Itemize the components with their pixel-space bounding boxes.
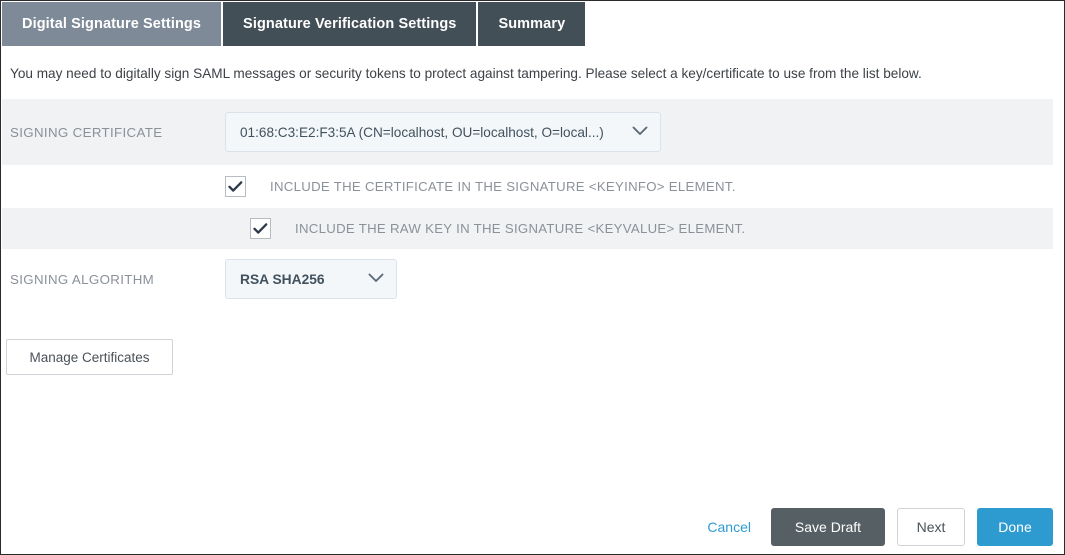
tab-label: Digital Signature Settings xyxy=(22,16,201,32)
tab-summary[interactable]: Summary xyxy=(478,2,585,46)
include-raw-key-checkbox[interactable] xyxy=(250,218,271,239)
include-certificate-group: INCLUDE THE CERTIFICATE IN THE SIGNATURE… xyxy=(225,176,736,197)
check-icon xyxy=(228,181,243,193)
cancel-button[interactable]: Cancel xyxy=(699,508,759,546)
tab-strip: Digital Signature Settings Signature Ver… xyxy=(2,2,585,46)
tab-label: Signature Verification Settings xyxy=(243,16,456,32)
tab-label: Summary xyxy=(498,16,565,32)
signing-algorithm-select[interactable]: RSA SHA256 xyxy=(225,259,397,299)
signing-certificate-value: 01:68:C3:E2:F3:5A (CN=localhost, OU=loca… xyxy=(240,125,604,140)
include-raw-key-group: INCLUDE THE RAW KEY IN THE SIGNATURE <KE… xyxy=(250,218,745,239)
next-button[interactable]: Next xyxy=(897,508,965,546)
intro-description: You may need to digitally sign SAML mess… xyxy=(10,66,922,81)
include-certificate-label: INCLUDE THE CERTIFICATE IN THE SIGNATURE… xyxy=(270,179,736,194)
tab-digital-signature-settings[interactable]: Digital Signature Settings xyxy=(2,2,223,46)
save-draft-button[interactable]: Save Draft xyxy=(771,508,885,546)
signing-algorithm-value: RSA SHA256 xyxy=(240,272,325,287)
tab-signature-verification-settings[interactable]: Signature Verification Settings xyxy=(223,2,478,46)
signing-algorithm-label: SIGNING ALGORITHM xyxy=(2,272,225,287)
check-icon xyxy=(253,223,268,235)
row-signing-algorithm: SIGNING ALGORITHM RSA SHA256 xyxy=(2,249,1053,309)
done-button[interactable]: Done xyxy=(977,508,1053,546)
chevron-down-icon xyxy=(368,270,384,288)
wizard-page: Digital Signature Settings Signature Ver… xyxy=(0,0,1065,555)
signing-certificate-select[interactable]: 01:68:C3:E2:F3:5A (CN=localhost, OU=loca… xyxy=(225,112,661,152)
row-signing-certificate: SIGNING CERTIFICATE 01:68:C3:E2:F3:5A (C… xyxy=(2,99,1053,165)
include-raw-key-label: INCLUDE THE RAW KEY IN THE SIGNATURE <KE… xyxy=(295,221,745,236)
row-include-certificate: INCLUDE THE CERTIFICATE IN THE SIGNATURE… xyxy=(2,165,1053,208)
signing-certificate-label: SIGNING CERTIFICATE xyxy=(2,125,225,140)
include-certificate-checkbox[interactable] xyxy=(225,176,246,197)
footer-actions: Cancel Save Draft Next Done xyxy=(699,508,1053,546)
manage-certificates-button[interactable]: Manage Certificates xyxy=(6,339,173,375)
settings-form: SIGNING CERTIFICATE 01:68:C3:E2:F3:5A (C… xyxy=(2,99,1053,309)
chevron-down-icon xyxy=(632,123,648,141)
row-include-raw-key: INCLUDE THE RAW KEY IN THE SIGNATURE <KE… xyxy=(2,208,1053,249)
